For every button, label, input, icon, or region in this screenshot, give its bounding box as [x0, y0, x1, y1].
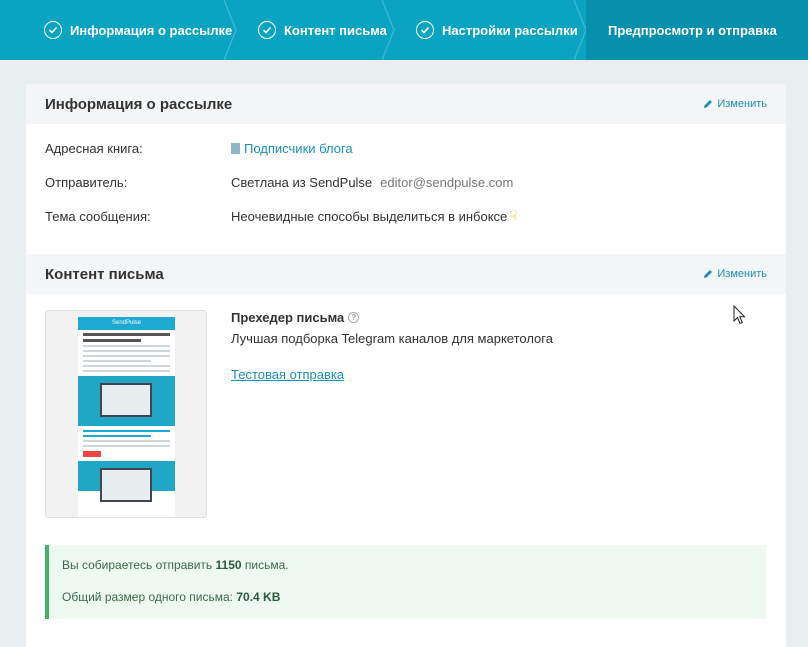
- laptop-icon: [100, 468, 152, 502]
- preheader-title: Прехедер письма ?: [231, 310, 360, 325]
- wizard-stepper: Информация о рассылке Контент письма Нас…: [0, 0, 808, 60]
- preheader-label: Прехедер письма: [231, 310, 345, 325]
- thumbnail-brand: SendPulse: [78, 317, 175, 330]
- field-label: Адресная книга:: [45, 140, 143, 156]
- step-email-content[interactable]: Контент письма: [236, 0, 395, 60]
- address-book-row: Адресная книга: Подписчики блога: [26, 131, 786, 165]
- step-label: Предпросмотр и отправка: [608, 22, 777, 38]
- info-section-header: Информация о рассылке Изменить: [26, 84, 786, 124]
- field-label: Отправитель:: [45, 174, 128, 190]
- thumbnail-text-line: [83, 445, 170, 447]
- thumbnail-text-line: [83, 435, 151, 437]
- sender-email: editor@sendpulse.com: [380, 174, 514, 190]
- sender-name: Светлана из SendPulse: [231, 174, 373, 190]
- field-label: Тема сообщения:: [45, 208, 151, 224]
- edit-label: Изменить: [717, 98, 767, 110]
- step-label: Настройки рассылки: [442, 22, 578, 38]
- send-count-value: 1150: [215, 558, 242, 572]
- check-circle-icon: [258, 21, 276, 39]
- mouse-cursor-icon: [733, 305, 746, 325]
- subject-row: Тема сообщения: Неочевидные способы выде…: [26, 199, 786, 233]
- thumbnail-text-line: [83, 333, 170, 336]
- content-section-header: Контент письма Изменить: [26, 254, 786, 294]
- edit-info-link[interactable]: Изменить: [703, 98, 767, 110]
- info-section-body: Адресная книга: Подписчики блога Отправи…: [26, 124, 786, 254]
- thumbnail-text-line: [83, 365, 170, 367]
- size-line: Общий размер одного письма: 70.4 KB: [62, 589, 753, 621]
- step-campaign-info[interactable]: Информация о рассылке: [0, 0, 237, 60]
- step-campaign-settings[interactable]: Настройки рассылки: [394, 0, 587, 60]
- address-book-value: Подписчики блога: [244, 140, 353, 156]
- laptop-icon: [100, 383, 152, 417]
- check-circle-icon: [416, 21, 434, 39]
- thumbnail-text-line: [83, 350, 170, 352]
- step-label: Информация о рассылке: [70, 22, 233, 38]
- edit-content-link[interactable]: Изменить: [703, 268, 767, 280]
- thumbnail-laptop-image: [78, 376, 175, 426]
- size-prefix: Общий размер одного письма:: [62, 590, 237, 604]
- pencil-icon: [704, 270, 713, 278]
- thumbnail-text-line: [83, 440, 170, 442]
- email-thumbnail-page: SendPulse: [78, 317, 175, 517]
- thumbnail-button: [83, 451, 101, 457]
- thumbnail-text-line: [83, 370, 170, 372]
- step-preview-send[interactable]: Предпросмотр и отправка: [586, 0, 808, 60]
- step-label: Контент письма: [284, 22, 387, 38]
- email-preview-thumbnail[interactable]: SendPulse: [45, 310, 207, 518]
- test-send-link[interactable]: Тестовая отправка: [231, 367, 344, 382]
- send-count-line: Вы собираетесь отправить 1150 письма.: [62, 557, 753, 589]
- pencil-icon: [704, 100, 713, 108]
- address-book-link[interactable]: Подписчики блога: [231, 141, 353, 156]
- thumbnail-laptop-image: [78, 461, 175, 502]
- review-card: Информация о рассылке Изменить Адресная …: [26, 84, 786, 647]
- subject-value: Неочевидные способы выделиться в инбоксе: [231, 208, 508, 224]
- help-icon[interactable]: ?: [348, 312, 360, 323]
- thumbnail-text-line: [83, 345, 170, 347]
- thumbnail-text-line: [83, 355, 170, 357]
- address-book-icon: [231, 142, 240, 154]
- preheader-text: Лучшая подборка Telegram каналов для мар…: [231, 331, 553, 346]
- sender-row: Отправитель: Светлана из SendPulse edito…: [26, 165, 786, 199]
- section-title: Контент письма: [45, 265, 164, 283]
- section-title: Информация о рассылке: [45, 95, 233, 113]
- send-summary-box: Вы собираетесь отправить 1150 письма. Об…: [45, 545, 766, 619]
- send-count-prefix: Вы собираетесь отправить: [62, 558, 216, 572]
- thumbnail-text-line: [83, 360, 151, 362]
- content-section-body: SendPulse Прехедер письма ? Лучшая подбо…: [26, 294, 786, 554]
- send-count-suffix: письма.: [241, 558, 289, 572]
- thumbnail-text-line: [83, 430, 170, 432]
- thumbnail-text-line: [83, 339, 142, 342]
- pointing-hand-emoji-icon: ☟: [509, 208, 518, 223]
- size-value: 70.4 KB: [236, 590, 281, 604]
- check-circle-icon: [44, 21, 62, 39]
- edit-label: Изменить: [717, 268, 767, 280]
